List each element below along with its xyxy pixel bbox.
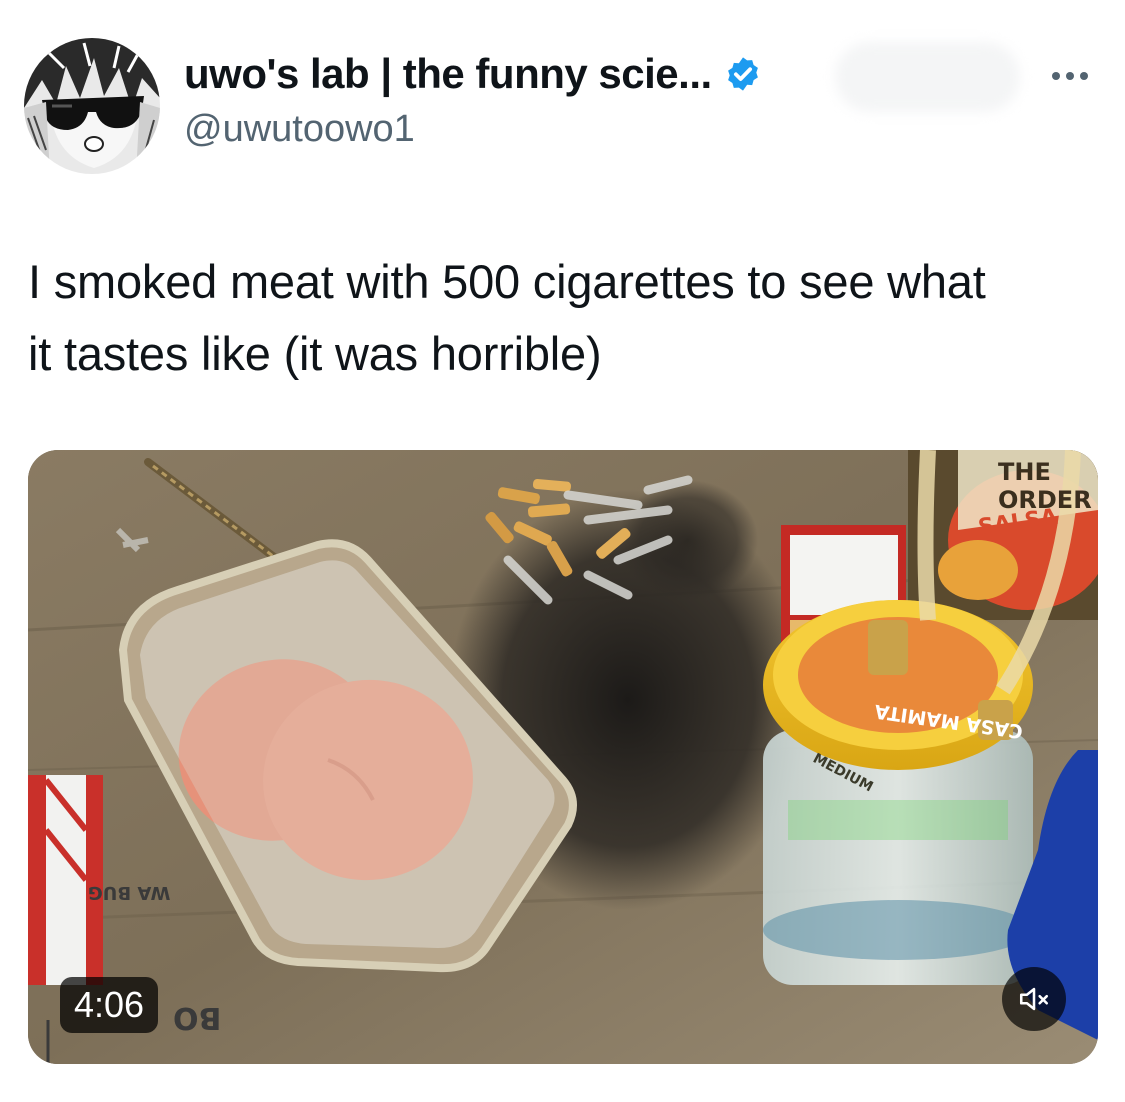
verified-badge-icon [727,57,758,91]
more-dot-icon [1066,72,1074,80]
author-handle[interactable]: @uwutoowo1 [184,108,415,151]
tweet-text: I smoked meat with 500 cigarettes to see… [28,255,986,380]
smoke-jar [763,600,1033,985]
more-dot-icon [1080,72,1088,80]
avatar[interactable] [24,38,160,174]
video-player[interactable]: CASA MAMITA MEDIUM THE ORDER SALSA WA BU… [28,450,1098,1064]
more-options-button[interactable] [1040,56,1100,96]
video-frame [28,450,1098,1064]
mute-button[interactable] [1002,967,1066,1031]
cigarette-pack-left [28,775,103,985]
follow-button-blurred[interactable] [835,42,1020,112]
avatar-image [24,38,160,174]
speaker-muted-icon [1019,987,1049,1011]
author-name-row: uwo's lab | the funny scie... [184,50,762,98]
author-display-name[interactable]: uwo's lab | the funny scie... [184,50,712,98]
more-dot-icon [1052,72,1060,80]
video-duration-badge: 4:06 [60,977,159,1033]
